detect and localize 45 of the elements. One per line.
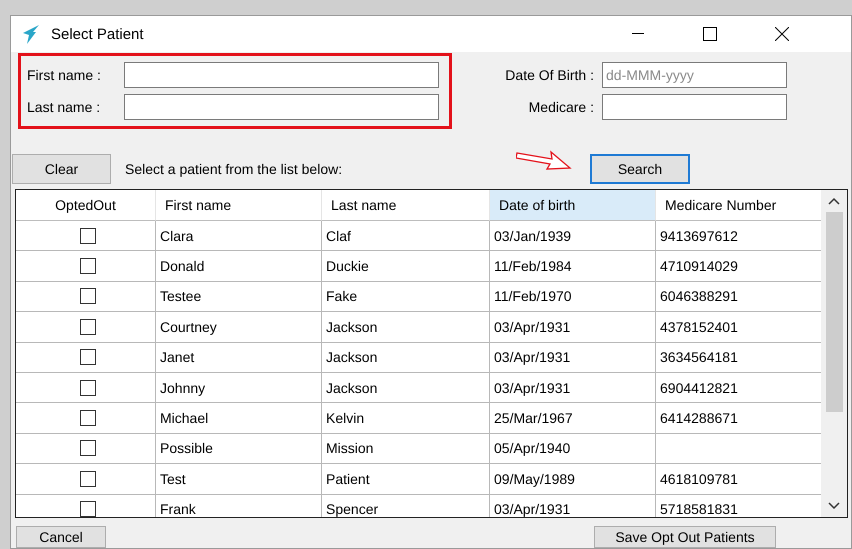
table-cell: Courtney	[156, 312, 322, 343]
table-cell: Johnny	[156, 372, 322, 404]
table-cell: 03/Jan/1939	[490, 221, 656, 252]
window-title: Select Patient	[51, 26, 145, 42]
table-cell: Testee	[156, 282, 322, 312]
table-cell: 03/Apr/1931	[490, 494, 656, 517]
cancel-button[interactable]: Cancel	[16, 526, 106, 548]
column-header[interactable]: First name	[156, 190, 322, 221]
table-cell: 03/Apr/1931	[490, 312, 656, 343]
field-label: Date Of Birth :	[504, 67, 595, 83]
table-cell: Frank	[156, 494, 322, 517]
table-cell: 11/Feb/1984	[490, 251, 656, 282]
table-cell: 09/May/1989	[490, 464, 656, 495]
table-cell: Patient	[322, 464, 490, 495]
column-header[interactable]: OptedOut	[16, 190, 156, 221]
table-cell: 25/Mar/1967	[490, 403, 656, 434]
table-cell: Claf	[322, 221, 490, 252]
table-cell: Clara	[156, 221, 322, 252]
table-cell: 03/Apr/1931	[490, 372, 656, 404]
table-cell: Donald	[156, 251, 322, 282]
table-cell: Test	[156, 464, 322, 495]
field-label: First name :	[27, 67, 102, 83]
table-cell: Jackson	[322, 342, 490, 373]
table-cell: Michael	[156, 403, 322, 434]
table-cell: Mission	[322, 434, 490, 464]
table-cell: Kelvin	[322, 403, 490, 434]
save-button[interactable]: Save Opt Out Patients	[594, 526, 776, 548]
table-cell: Duckie	[322, 251, 490, 282]
search-button[interactable]: Search	[590, 154, 690, 184]
table-cell: Janet	[156, 342, 322, 373]
column-header[interactable]: Date of birth	[490, 190, 656, 221]
field-label: Medicare :	[528, 99, 595, 115]
clear-button[interactable]: Clear	[12, 154, 111, 184]
table-cell: 11/Feb/1970	[490, 282, 656, 312]
date-field[interactable]: dd-MMM-yyyy	[602, 62, 787, 88]
table-cell: 03/Apr/1931	[490, 342, 656, 373]
column-header[interactable]: Last name	[322, 190, 490, 221]
table-cell: Fake	[322, 282, 490, 312]
field-label: Last name :	[27, 99, 102, 115]
table-cell: Possible	[156, 434, 322, 464]
table-cell: 05/Apr/1940	[490, 434, 656, 464]
table-cell: Jackson	[322, 372, 490, 404]
instruction-text: Select a patient from the list below:	[125, 161, 344, 178]
table-cell: Spencer	[322, 494, 490, 517]
table-cell: Jackson	[322, 312, 490, 343]
